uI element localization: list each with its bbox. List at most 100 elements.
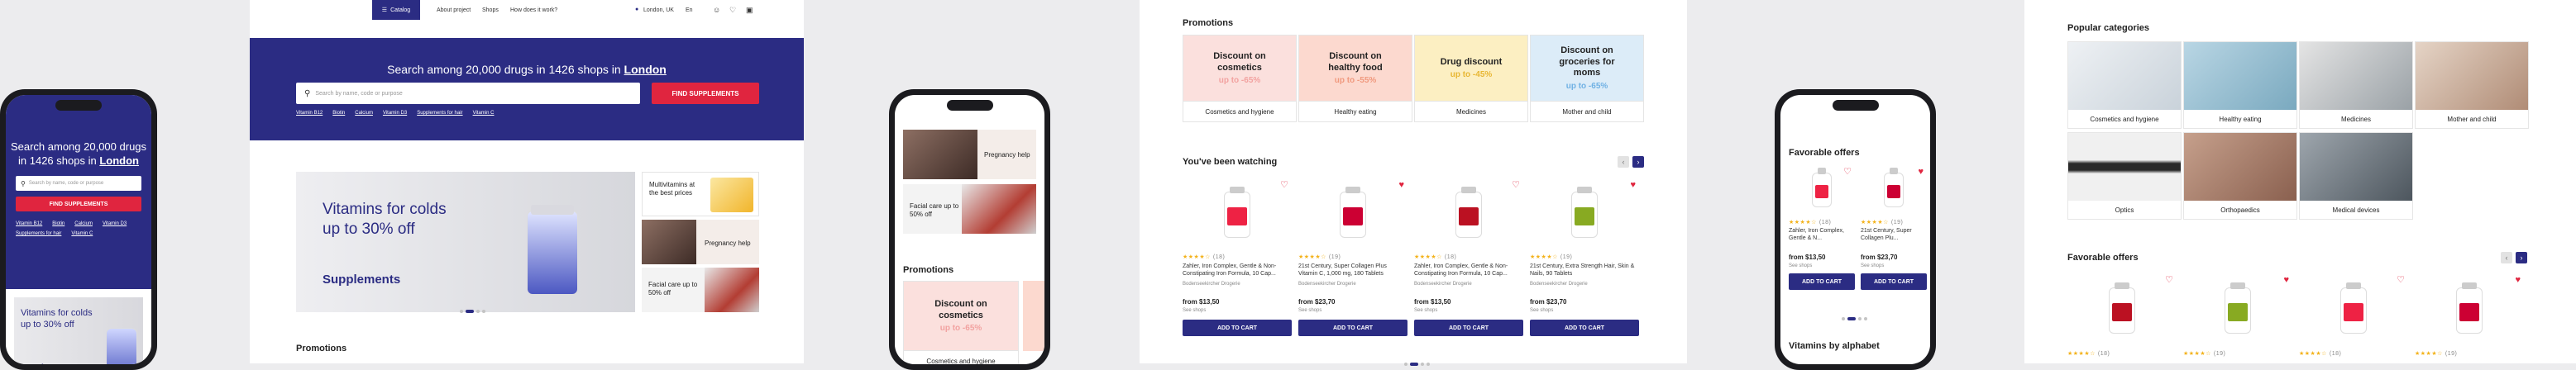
mobile-search-input[interactable]: ⚲ Search by name, code or purpose: [16, 176, 141, 191]
search-input[interactable]: ⚲ Search by name, code or purpose: [296, 83, 640, 104]
favorite-heart-filled-icon[interactable]: ♥: [2283, 276, 2289, 285]
promotions-title: Promotions: [1183, 18, 1234, 28]
carousel-prev-button[interactable]: ‹: [1618, 156, 1629, 168]
mobile-promotions-title: Promotions: [903, 265, 954, 275]
product-card[interactable]: ♡ ★★★★☆ (18): [2067, 273, 2177, 363]
product-card[interactable]: ♥ ★★★★☆ (19) 21st Century, Super Collagen…: [1298, 178, 1407, 339]
cart-icon[interactable]: ▣: [746, 6, 753, 15]
product-card[interactable]: ♥ ★★★★☆ (19): [2183, 273, 2292, 363]
favorite-heart-filled-icon[interactable]: ♥: [2515, 276, 2521, 285]
category-tile-medicines[interactable]: Medicines: [2299, 41, 2413, 129]
quick-link[interactable]: Vitamin B12: [296, 111, 323, 116]
promo-card-moms[interactable]: Discount on groceries for moms up to -65%…: [1530, 35, 1644, 122]
quick-link[interactable]: Vitamin D3: [383, 111, 407, 116]
mobile-city-link[interactable]: London: [99, 154, 139, 167]
favorite-heart-icon[interactable]: ♡: [1512, 181, 1520, 190]
see-shops-link[interactable]: See shops: [1414, 308, 1437, 313]
add-to-cart-button[interactable]: ADD TO CART: [1183, 320, 1292, 336]
carousel-dots[interactable]: [1403, 355, 1431, 370]
side-banner-pregnancy[interactable]: Pregnancy help: [642, 220, 759, 264]
favorite-heart-filled-icon[interactable]: ♥: [1630, 181, 1636, 190]
quick-link[interactable]: Vitamin D3: [103, 221, 127, 226]
review-count: (19): [2445, 351, 2458, 357]
quick-link[interactable]: Vitamin B12: [16, 221, 42, 226]
carousel-dots[interactable]: [1840, 310, 1868, 325]
catalog-button[interactable]: ☰ Catalog: [372, 0, 420, 20]
mobile-product-card[interactable]: ♥ ★★★★☆ (19) 21st Century, Super Collagen…: [1861, 164, 1927, 305]
product-name[interactable]: 21st Century, Super Collagen Plu...: [1861, 227, 1924, 242]
product-card[interactable]: ♥ ★★★★☆ (19): [2415, 273, 2524, 363]
add-to-cart-button[interactable]: ADD TO CART: [1414, 320, 1523, 336]
add-to-cart-button[interactable]: ADD TO CART: [1861, 273, 1927, 290]
location-label[interactable]: London, UK: [643, 7, 674, 13]
favorite-heart-icon[interactable]: ♡: [2165, 276, 2173, 285]
quick-link[interactable]: Vitamin C: [473, 111, 495, 116]
category-tile-all[interactable]: → All categories: [2415, 132, 2529, 220]
mobile-promo-card-next[interactable]: [1023, 281, 1044, 351]
category-tile-optics[interactable]: Optics: [2067, 132, 2182, 220]
product-card[interactable]: ♡ ★★★★☆ (18) Zahler, Iron Complex, Gentle…: [1183, 178, 1292, 339]
mobile-promo-card-cosmetics[interactable]: Discount on cosmetics up to -65% Cosmeti…: [903, 281, 1019, 364]
see-shops-link[interactable]: See shops: [1183, 308, 1206, 313]
product-name[interactable]: 21st Century, Extra Strength Hair, Skin …: [1530, 263, 1636, 278]
product-card[interactable]: ♡ ★★★★☆ (18): [2299, 273, 2408, 363]
promo-card-healthy-food[interactable]: Discount on healthy food up to -55% Healt…: [1298, 35, 1412, 122]
category-tile-mother-child[interactable]: Mother and child: [2415, 41, 2529, 129]
quick-link[interactable]: Supplements for hair: [417, 111, 462, 116]
product-name[interactable]: Zahler, Iron Complex, Gentle & Non-Const…: [1414, 263, 1520, 278]
favorite-heart-filled-icon[interactable]: ♥: [1918, 168, 1924, 177]
promo-caption: Cosmetics and hygiene: [1183, 101, 1296, 121]
favorite-heart-filled-icon[interactable]: ♥: [1398, 181, 1404, 190]
carousel-next-button[interactable]: ›: [2516, 252, 2527, 263]
quick-link[interactable]: Calcium: [74, 221, 93, 226]
promo-card-cosmetics[interactable]: Discount on cosmetics up to -65% Cosmetic…: [1183, 35, 1297, 122]
category-tile-orthopaedics[interactable]: Orthopaedics: [2183, 132, 2297, 220]
add-to-cart-button[interactable]: ADD TO CART: [1530, 320, 1639, 336]
side-banner-facial[interactable]: Facial care up to 50% off: [642, 268, 759, 312]
see-shops-link[interactable]: See shops: [1298, 308, 1321, 313]
mobile-banner-facial[interactable]: Facial care up to 50% off: [903, 184, 1036, 234]
user-icon[interactable]: ☺: [713, 6, 720, 14]
quick-link[interactable]: Supplements for hair: [16, 231, 61, 236]
city-link[interactable]: London: [624, 63, 667, 76]
side-banner-multivitamins[interactable]: Multivitamins at the best prices: [642, 172, 759, 216]
see-shops-link[interactable]: See shops: [1789, 263, 1812, 268]
quick-link[interactable]: Biotin: [52, 221, 65, 226]
mobile-banner-label: Facial care up to 50% off: [910, 202, 959, 219]
quick-link[interactable]: Biotin: [332, 111, 345, 116]
mobile-product-card[interactable]: ♡ ★★★★☆ (18) Zahler, Iron Complex, Gentle…: [1789, 164, 1855, 305]
category-image: [2184, 42, 2296, 110]
find-supplements-button[interactable]: FIND SUPPLEMENTS: [652, 83, 759, 104]
product-card[interactable]: ♥ ★★★★☆ (19) 21st Century, Extra Strength…: [1530, 178, 1639, 339]
mobile-find-supplements-button[interactable]: FIND SUPPLEMENTS: [16, 197, 141, 211]
nav-how[interactable]: How does it work?: [510, 7, 557, 13]
quick-link[interactable]: Calcium: [355, 111, 373, 116]
add-to-cart-button[interactable]: ADD TO CART: [1298, 320, 1407, 336]
see-shops-link[interactable]: See shops: [1861, 263, 1884, 268]
rating-stars: ★★★★☆ (18): [2299, 351, 2342, 357]
promo-card-drugs[interactable]: Drug discount up to -45% Medicines: [1414, 35, 1528, 122]
favorite-heart-icon[interactable]: ♡: [1843, 168, 1852, 177]
product-name[interactable]: Zahler, Iron Complex, Gentle & Non-Const…: [1183, 263, 1288, 278]
add-to-cart-button[interactable]: ADD TO CART: [1789, 273, 1855, 290]
product-card[interactable]: ♡ ★★★★☆ (18) Zahler, Iron Complex, Gentle…: [1414, 178, 1523, 339]
category-tile-medical-devices[interactable]: Medical devices: [2299, 132, 2413, 220]
category-tile-healthy-eating[interactable]: Healthy eating: [2183, 41, 2297, 129]
mobile-promo-banner[interactable]: Vitamins for colds up to 30% off Supplem…: [14, 297, 143, 364]
carousel-next-button[interactable]: ›: [1632, 156, 1644, 168]
quick-link[interactable]: Vitamin C: [71, 231, 93, 236]
language-selector[interactable]: En: [686, 7, 693, 13]
banner-carousel-dots[interactable]: [458, 302, 486, 317]
mobile-banner-pregnancy[interactable]: Pregnancy help: [903, 130, 1036, 179]
favorites-icon[interactable]: ♡: [729, 6, 736, 15]
nav-shops[interactable]: Shops: [482, 7, 499, 13]
category-tile-cosmetics[interactable]: Cosmetics and hygiene: [2067, 41, 2182, 129]
carousel-prev-button[interactable]: ‹: [2501, 252, 2512, 263]
favorite-heart-icon[interactable]: ♡: [2397, 276, 2405, 285]
product-name[interactable]: Zahler, Iron Complex, Gentle & N...: [1789, 227, 1852, 242]
nav-about[interactable]: About project: [437, 7, 471, 13]
favorite-heart-icon[interactable]: ♡: [1280, 181, 1288, 190]
product-name[interactable]: 21st Century, Super Collagen Plus Vitami…: [1298, 263, 1404, 278]
see-shops-link[interactable]: See shops: [1530, 308, 1553, 313]
main-banner[interactable]: Vitamins for colds up to 30% off Supplem…: [296, 172, 635, 313]
